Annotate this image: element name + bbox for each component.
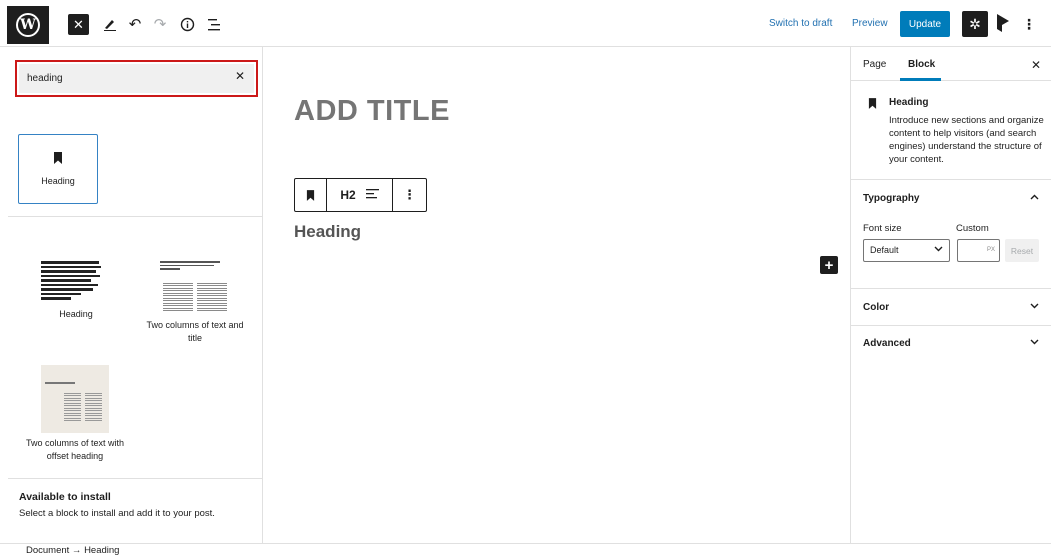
tab-page[interactable]: Page	[863, 59, 886, 70]
post-title[interactable]: ADD TITLE	[294, 95, 450, 128]
pattern-label: Two columns of text and title	[146, 320, 244, 343]
bookmark-icon	[868, 98, 877, 109]
chevron-down-icon	[934, 244, 943, 254]
block-type-button[interactable]	[295, 179, 327, 211]
settings-button[interactable]: ✲	[962, 11, 988, 37]
pattern-two-columns-title[interactable]: Two columns of text and title	[140, 259, 250, 345]
heading-block[interactable]: Heading	[294, 222, 361, 242]
block-options-button[interactable]: ⋮	[393, 179, 426, 211]
reset-button[interactable]: Reset	[1005, 239, 1039, 262]
sidebar-tabs: Page Block ✕	[851, 47, 1051, 81]
available-to-install-title: Available to install	[19, 491, 111, 503]
wordpress-logo-button[interactable]: W	[7, 6, 49, 44]
list-view-icon[interactable]	[203, 13, 225, 35]
typography-panel: Typography Font size Custom Default PX R…	[851, 181, 1051, 289]
search-highlight-frame: ✕	[15, 60, 258, 97]
close-inserter-button[interactable]: ✕	[68, 14, 89, 35]
wordpress-logo-icon: W	[16, 13, 40, 37]
custom-size-input[interactable]: PX	[957, 239, 1000, 262]
pattern-heading[interactable]: Heading	[26, 259, 126, 321]
settings-sidebar: Page Block ✕ Heading Introduce new secti…	[850, 47, 1051, 543]
font-size-select[interactable]: Default	[863, 239, 950, 262]
heading-level-and-align[interactable]: H2	[327, 179, 393, 211]
active-tab-indicator	[900, 78, 941, 81]
chevron-up-icon	[1030, 192, 1039, 203]
unit-label: PX	[986, 247, 995, 253]
block-toolbar: H2 ⋮	[294, 178, 427, 212]
undo-icon[interactable]: ↶	[124, 13, 146, 35]
close-sidebar-icon[interactable]: ✕	[1031, 58, 1041, 72]
typography-title: Typography	[863, 193, 920, 204]
divider	[8, 478, 262, 479]
chevron-down-icon	[1030, 337, 1039, 348]
pattern-thumbnail	[160, 261, 230, 316]
tab-block[interactable]: Block	[908, 59, 935, 70]
chevron-down-icon	[1030, 301, 1039, 312]
gear-icon: ✲	[969, 15, 981, 32]
divider	[8, 216, 262, 217]
plugin-icon[interactable]	[994, 12, 1014, 36]
block-item-label: Heading	[41, 176, 75, 186]
switch-to-draft-button[interactable]: Switch to draft	[769, 18, 832, 29]
editor-canvas: ADD TITLE H2 ⋮ Heading +	[263, 47, 850, 543]
heading-level-button[interactable]: H2	[340, 188, 355, 202]
editor-footer: Document → Heading	[0, 543, 1051, 556]
color-panel: Color	[851, 290, 1051, 326]
block-card: Heading Introduce new sections and organ…	[851, 82, 1051, 180]
advanced-panel: Advanced	[851, 326, 1051, 362]
info-icon[interactable]	[176, 13, 198, 35]
color-panel-toggle[interactable]: Color	[851, 290, 1051, 326]
block-search-input[interactable]	[27, 69, 217, 88]
advanced-title: Advanced	[863, 338, 911, 349]
pencil-icon[interactable]	[99, 13, 121, 35]
update-button[interactable]: Update	[900, 11, 950, 37]
heading-block-item[interactable]: Heading	[18, 134, 98, 204]
pattern-thumbnail	[41, 365, 109, 433]
font-size-value: Default	[870, 245, 899, 255]
align-left-icon[interactable]	[365, 188, 379, 203]
preview-button[interactable]: Preview	[852, 18, 888, 29]
pattern-thumbnail	[41, 261, 111, 305]
pattern-two-columns-offset[interactable]: Two columns of text with offset heading	[16, 365, 134, 463]
bookmark-icon	[54, 152, 62, 164]
color-title: Color	[863, 302, 890, 313]
bookmark-icon	[306, 189, 315, 201]
editor-header: W ✕ ↶ ↷ Switch to draft Preview Update ✲…	[0, 0, 1051, 47]
available-to-install-desc: Select a block to install and add it to …	[19, 508, 215, 519]
block-card-title: Heading	[889, 97, 929, 108]
custom-size-label: Custom	[956, 223, 989, 234]
pattern-label: Two columns of text with offset heading	[25, 438, 125, 461]
font-size-label: Font size	[863, 223, 902, 234]
more-options-button[interactable]: ⋮	[1022, 12, 1036, 36]
block-card-description: Introduce new sections and organize cont…	[889, 115, 1044, 165]
breadcrumb[interactable]: Document → Heading	[26, 545, 119, 556]
clear-search-icon[interactable]: ✕	[235, 69, 245, 83]
typography-panel-toggle[interactable]: Typography	[851, 181, 1051, 217]
redo-icon[interactable]: ↷	[149, 13, 171, 35]
search-box: ✕	[19, 64, 254, 93]
pattern-label: Heading	[59, 309, 93, 319]
add-block-button[interactable]: +	[820, 256, 838, 274]
block-inserter-panel: ✕ Heading Heading Two columns of text an…	[8, 47, 263, 543]
advanced-panel-toggle[interactable]: Advanced	[851, 326, 1051, 362]
